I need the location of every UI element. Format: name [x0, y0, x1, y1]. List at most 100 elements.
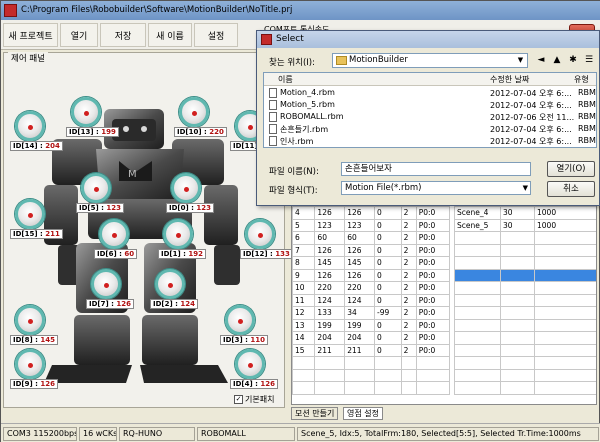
table-row[interactable]: 7 126 126 0 2 P0:0 [292, 243, 451, 257]
table-row[interactable] [454, 343, 596, 357]
cell: 126 [344, 268, 376, 282]
cell: 2 [400, 206, 417, 220]
cell: 0 [374, 243, 402, 257]
table-row[interactable] [292, 356, 451, 370]
filetype-dropdown[interactable]: Motion File(*.rbm) ▼ [341, 181, 531, 195]
file-type: RBM [578, 136, 596, 145]
tab-create-motion[interactable]: 모션 만들기 [291, 407, 339, 420]
servo-knob[interactable] [171, 173, 201, 203]
servo-knob[interactable] [245, 219, 275, 249]
table-row[interactable] [454, 231, 596, 245]
cell: P0:0 [415, 243, 451, 257]
default-pose-checkbox[interactable]: ✓ 기본패치 [234, 394, 275, 405]
table-row[interactable]: 6 60 60 0 2 P0:0 [292, 231, 451, 245]
servo-knob[interactable] [235, 349, 265, 379]
servo-knob[interactable] [71, 97, 101, 127]
servo-label: ID[10] : 220 [174, 127, 227, 137]
table-row[interactable] [454, 293, 596, 307]
dialog-title-bar: Select [257, 31, 599, 48]
cancel-button[interactable]: 취소 [547, 181, 595, 197]
column-type[interactable]: 유형 [574, 74, 589, 85]
table-row-selected[interactable] [454, 268, 596, 282]
servo-knob[interactable] [163, 219, 193, 249]
open-file-button[interactable]: 열기(O) [547, 161, 595, 177]
table-row[interactable] [454, 318, 596, 332]
cell: 2 [400, 281, 417, 295]
table-row[interactable] [454, 368, 596, 382]
look-in-dropdown[interactable]: MotionBuilder ▼ [332, 53, 528, 68]
column-date[interactable]: 수정한 날짜 [490, 74, 529, 85]
table-row[interactable] [454, 381, 596, 395]
table-row[interactable]: 13 199 199 0 2 P0:0 [292, 318, 451, 332]
file-item[interactable]: 손흔들기.rbm 2012-07-04 오후 6:... RBM [264, 123, 596, 135]
servo-knob[interactable] [179, 97, 209, 127]
table-row[interactable] [292, 381, 451, 395]
cell: 2 [400, 293, 417, 307]
cell: P0:0 [415, 231, 451, 245]
servo-label: ID[4] : 126 [230, 379, 278, 389]
table-row[interactable] [454, 243, 596, 257]
filename-label: 파일 이름(N): [269, 167, 319, 177]
table-row[interactable] [454, 306, 596, 320]
column-name[interactable]: 이름 [278, 74, 293, 85]
up-folder-icon[interactable]: ▲ [550, 53, 564, 67]
cell: P0:0 [415, 281, 451, 295]
file-item[interactable]: ROBOMALL.rbm 2012-07-06 오전 11... RBM [264, 111, 596, 123]
cell: 7 [292, 243, 316, 257]
file-type: RBM [578, 100, 596, 109]
file-icon [269, 88, 277, 98]
table-row[interactable]: 15 211 211 0 2 P0:0 [292, 343, 451, 357]
chevron-down-icon[interactable]: ▼ [523, 182, 528, 194]
tab-zero-setting[interactable]: 영점 설정 [343, 407, 383, 420]
save-as-button[interactable]: 새 이름 [148, 23, 192, 47]
table-row[interactable]: 5 123 123 0 2 P0:0 [292, 218, 451, 232]
status-robot-model: RQ-HUNO [119, 427, 195, 441]
servo-knob[interactable] [91, 269, 121, 299]
settings-button[interactable]: 설정 [194, 23, 238, 47]
table-row[interactable]: 10 220 220 0 2 P0:0 [292, 281, 451, 295]
servo-knob[interactable] [15, 111, 45, 141]
cell: P0:0 [415, 256, 451, 270]
servo-knob[interactable] [15, 349, 45, 379]
table-row[interactable] [454, 281, 596, 295]
save-button[interactable]: 저장 [100, 23, 146, 47]
table-row[interactable]: Scene_4 30 1000 [454, 206, 596, 220]
chevron-down-icon[interactable]: ▼ [515, 55, 526, 66]
servo-knob[interactable] [155, 269, 185, 299]
table-row[interactable] [292, 368, 451, 382]
filename-input[interactable]: 손흔들어보자 [341, 162, 531, 176]
table-row[interactable] [454, 256, 596, 270]
servo-knob[interactable] [225, 305, 255, 335]
table-row[interactable]: 11 124 124 0 2 P0:0 [292, 293, 451, 307]
cell: 2 [400, 256, 417, 270]
cell: 126 [344, 243, 376, 257]
table-row[interactable]: 4 126 126 0 2 P0:0 [292, 206, 451, 220]
new-folder-icon[interactable]: ✱ [566, 53, 580, 67]
file-item[interactable]: 인사.rbm 2012-07-04 오후 6:... RBM [264, 135, 596, 147]
file-item[interactable]: Motion_4.rbm 2012-07-04 오후 6:... RBM [264, 87, 596, 99]
cell: 0 [374, 256, 402, 270]
table-row[interactable]: 12 133 34 -99 2 P0:0 [292, 306, 451, 320]
table-row[interactable]: 14 204 204 0 2 P0:0 [292, 331, 451, 345]
table-row[interactable]: Scene_5 30 1000 [454, 218, 596, 232]
servo-knob[interactable] [15, 199, 45, 229]
table-row[interactable]: 8 145 145 0 2 P0:0 [292, 256, 451, 270]
file-date: 2012-07-04 오후 6:... [490, 125, 572, 134]
back-icon[interactable]: ◄ [534, 53, 548, 67]
file-item[interactable]: Motion_5.rbm 2012-07-04 오후 6:... RBM [264, 99, 596, 111]
open-button[interactable]: 열기 [60, 23, 98, 47]
servo-knob[interactable] [15, 305, 45, 335]
table-row[interactable] [454, 331, 596, 345]
cell: 123 [344, 218, 376, 232]
cell: 145 [314, 256, 346, 270]
checkbox-checked-icon[interactable]: ✓ [234, 395, 243, 404]
servo-knob[interactable] [99, 219, 129, 249]
servo-dot [94, 187, 99, 192]
servo-label: ID[15] : 211 [10, 229, 63, 239]
table-row[interactable]: 9 126 126 0 2 P0:0 [292, 268, 451, 282]
view-menu-icon[interactable]: ☰ [582, 53, 596, 67]
servo-knob[interactable] [81, 173, 111, 203]
new-project-button[interactable]: 새 프로젝트 [3, 23, 58, 47]
file-list: 이름 수정한 날짜 유형 Motion_4.rbm 2012-07-04 오후 … [263, 72, 597, 148]
table-row[interactable] [454, 356, 596, 370]
